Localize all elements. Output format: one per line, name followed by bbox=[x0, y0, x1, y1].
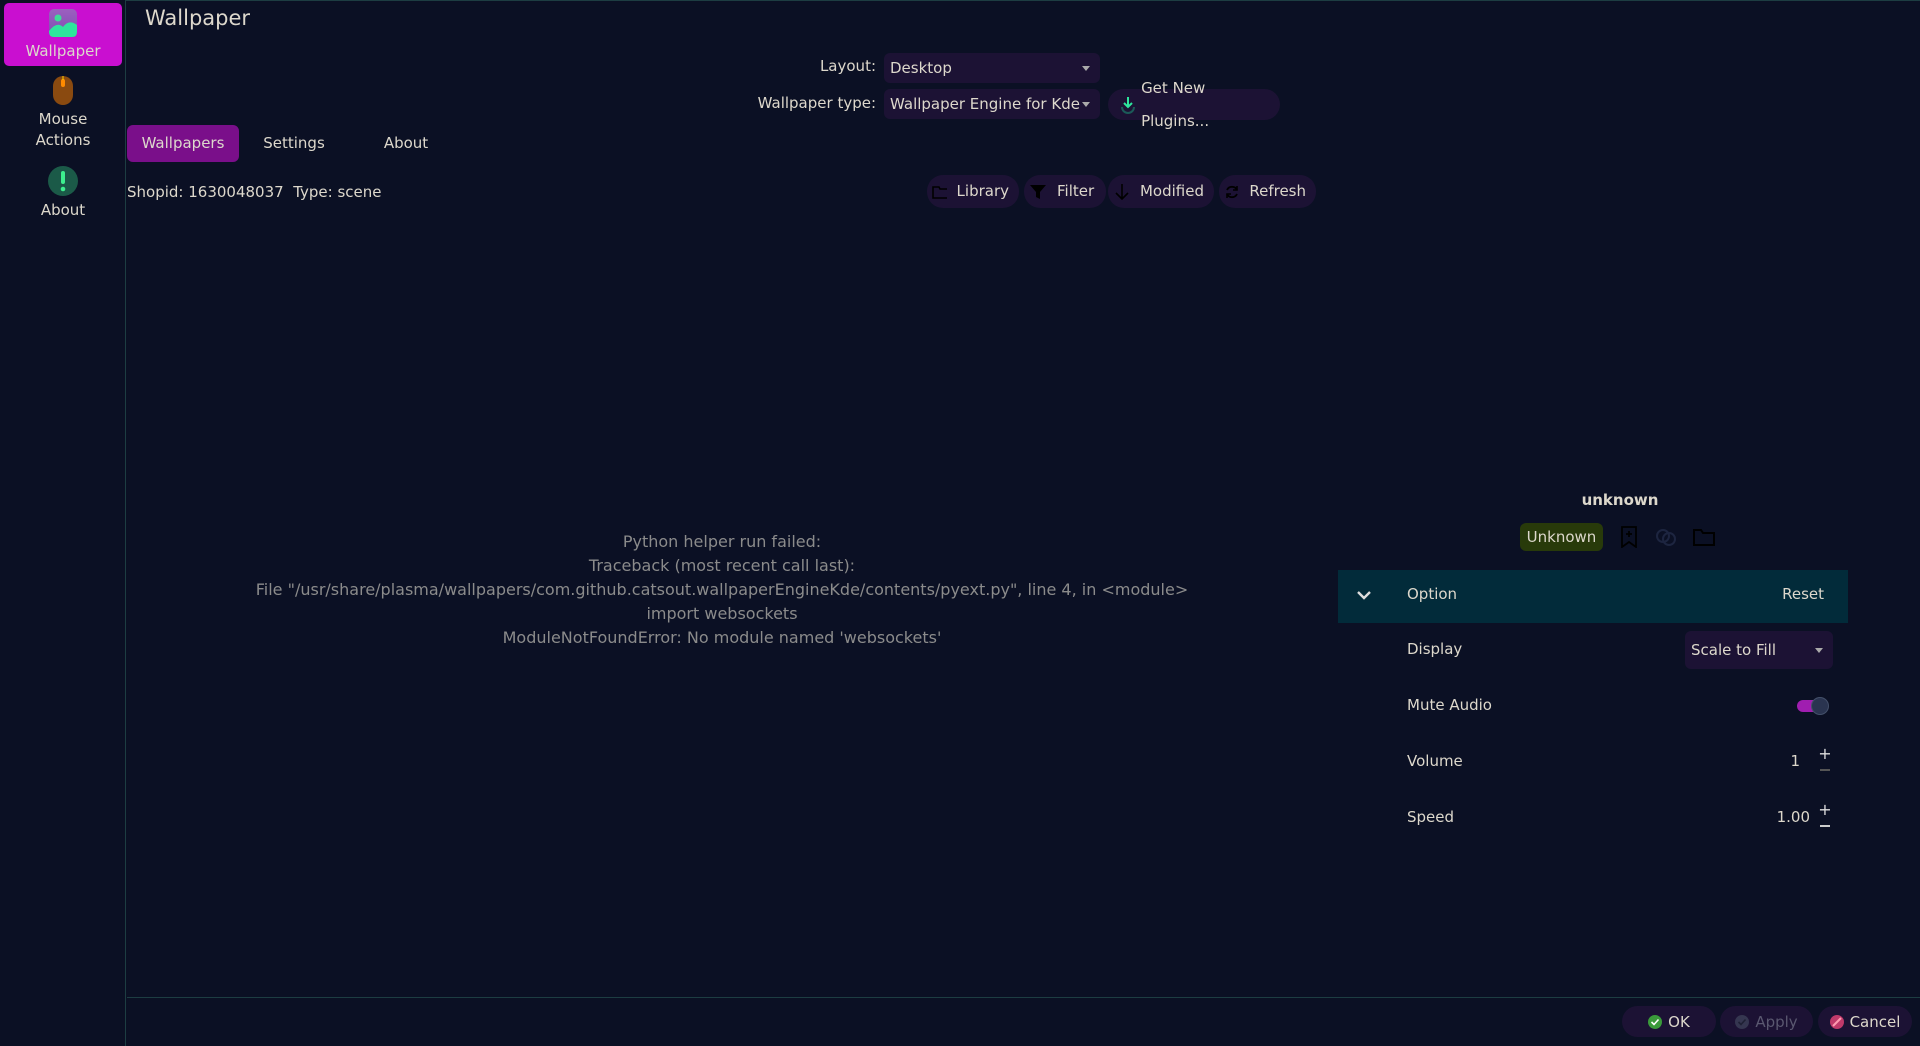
status-badge: Unknown bbox=[1520, 523, 1603, 551]
sidebar-item-about[interactable]: About bbox=[4, 166, 122, 226]
check-icon bbox=[1648, 1014, 1663, 1029]
info-icon bbox=[48, 166, 78, 196]
error-line: Python helper run failed: bbox=[622, 532, 822, 551]
volume-increase-icon[interactable]: + bbox=[1818, 746, 1832, 762]
display-label: Display bbox=[1407, 640, 1463, 658]
ok-button[interactable]: OK bbox=[1622, 1006, 1716, 1037]
mouse-icon bbox=[53, 76, 73, 105]
link-icon[interactable] bbox=[1655, 528, 1677, 546]
speed-value[interactable]: 1.00 bbox=[1750, 808, 1810, 826]
folder-icon bbox=[932, 185, 947, 199]
get-new-plugins-label: Get New Plugins... bbox=[1141, 78, 1210, 130]
cancel-label: Cancel bbox=[1849, 1012, 1901, 1031]
wallpaper-type-value: Wallpaper Engine for Kde bbox=[890, 95, 1080, 113]
reset-button[interactable]: Reset bbox=[1782, 585, 1824, 603]
cancel-icon bbox=[1829, 1014, 1844, 1029]
page-title: Wallpaper bbox=[145, 6, 251, 30]
library-label: Library bbox=[956, 182, 1009, 200]
tab-about[interactable]: About bbox=[356, 125, 456, 162]
filter-icon bbox=[1030, 184, 1046, 199]
dropdown-arrow-icon bbox=[1082, 102, 1090, 107]
filter-button[interactable]: Filter bbox=[1024, 175, 1106, 208]
footer-divider bbox=[127, 997, 1920, 998]
modified-label: Modified bbox=[1139, 182, 1204, 200]
sidebar-item-mouse-actions[interactable]: Mouse Actions bbox=[4, 76, 122, 156]
speed-label: Speed bbox=[1407, 808, 1455, 826]
apply-label: Apply bbox=[1755, 1012, 1798, 1031]
sidebar: Wallpaper Mouse Actions About bbox=[0, 0, 126, 1046]
tab-wallpapers[interactable]: Wallpapers bbox=[127, 125, 239, 162]
layout-value: Desktop bbox=[890, 59, 952, 77]
filter-label: Filter bbox=[1057, 182, 1095, 200]
cancel-button[interactable]: Cancel bbox=[1818, 1006, 1912, 1037]
download-icon bbox=[1121, 96, 1135, 114]
dropdown-arrow-icon bbox=[1815, 648, 1823, 653]
ok-label: OK bbox=[1668, 1012, 1690, 1031]
mute-audio-label: Mute Audio bbox=[1407, 696, 1492, 714]
display-value: Scale to Fill bbox=[1691, 641, 1776, 659]
volume-value[interactable]: 1 bbox=[1760, 752, 1800, 770]
check-icon bbox=[1735, 1014, 1750, 1029]
speed-decrease-icon[interactable] bbox=[1820, 825, 1830, 827]
wallpaper-type-select[interactable]: Wallpaper Engine for Kde bbox=[884, 89, 1100, 119]
sidebar-item-wallpaper[interactable]: Wallpaper bbox=[4, 3, 122, 66]
sidebar-item-label: Wallpaper bbox=[25, 42, 101, 60]
error-line: ModuleNotFoundError: No module named 'we… bbox=[502, 628, 942, 647]
library-button[interactable]: Library bbox=[927, 175, 1019, 208]
arrow-down-icon bbox=[1115, 183, 1129, 200]
wallpaper-type-label: Wallpaper type: bbox=[757, 94, 876, 112]
error-message: Python helper run failed: Traceback (mos… bbox=[130, 530, 1314, 650]
error-line: Traceback (most recent call last): bbox=[588, 556, 856, 575]
display-select[interactable]: Scale to Fill bbox=[1685, 631, 1833, 669]
option-header[interactable]: Option Reset bbox=[1338, 570, 1848, 623]
volume-decrease-icon[interactable] bbox=[1820, 769, 1830, 771]
bookmark-add-icon[interactable] bbox=[1620, 526, 1638, 548]
dropdown-arrow-icon bbox=[1082, 66, 1090, 71]
refresh-button[interactable]: Refresh bbox=[1219, 175, 1316, 208]
mute-audio-toggle[interactable] bbox=[1797, 697, 1830, 715]
tab-settings[interactable]: Settings bbox=[244, 125, 344, 162]
volume-label: Volume bbox=[1407, 752, 1463, 770]
speed-increase-icon[interactable]: + bbox=[1818, 802, 1832, 818]
option-title: Option bbox=[1407, 585, 1458, 603]
refresh-icon bbox=[1226, 185, 1238, 198]
apply-button[interactable]: Apply bbox=[1720, 1006, 1813, 1037]
sidebar-item-label: Mouse bbox=[38, 110, 88, 128]
refresh-label: Refresh bbox=[1249, 182, 1306, 200]
error-line: File "/usr/share/plasma/wallpapers/com.g… bbox=[255, 580, 1189, 599]
error-line: import websockets bbox=[646, 604, 798, 623]
folder-open-icon[interactable] bbox=[1693, 528, 1715, 546]
top-divider bbox=[126, 0, 1920, 1]
sidebar-item-label: About bbox=[40, 201, 86, 219]
layout-select[interactable]: Desktop bbox=[884, 53, 1100, 83]
sidebar-item-label: Actions bbox=[35, 131, 91, 149]
sort-modified-button[interactable]: Modified bbox=[1108, 175, 1214, 208]
wallpaper-info: Shopid: 1630048037 Type: scene bbox=[127, 183, 382, 201]
chevron-down-icon[interactable] bbox=[1357, 590, 1371, 600]
wallpaper-name: unknown bbox=[1581, 491, 1659, 509]
layout-label: Layout: bbox=[819, 57, 876, 75]
get-new-plugins-button[interactable]: Get New Plugins... bbox=[1108, 79, 1280, 130]
image-icon bbox=[49, 9, 77, 37]
